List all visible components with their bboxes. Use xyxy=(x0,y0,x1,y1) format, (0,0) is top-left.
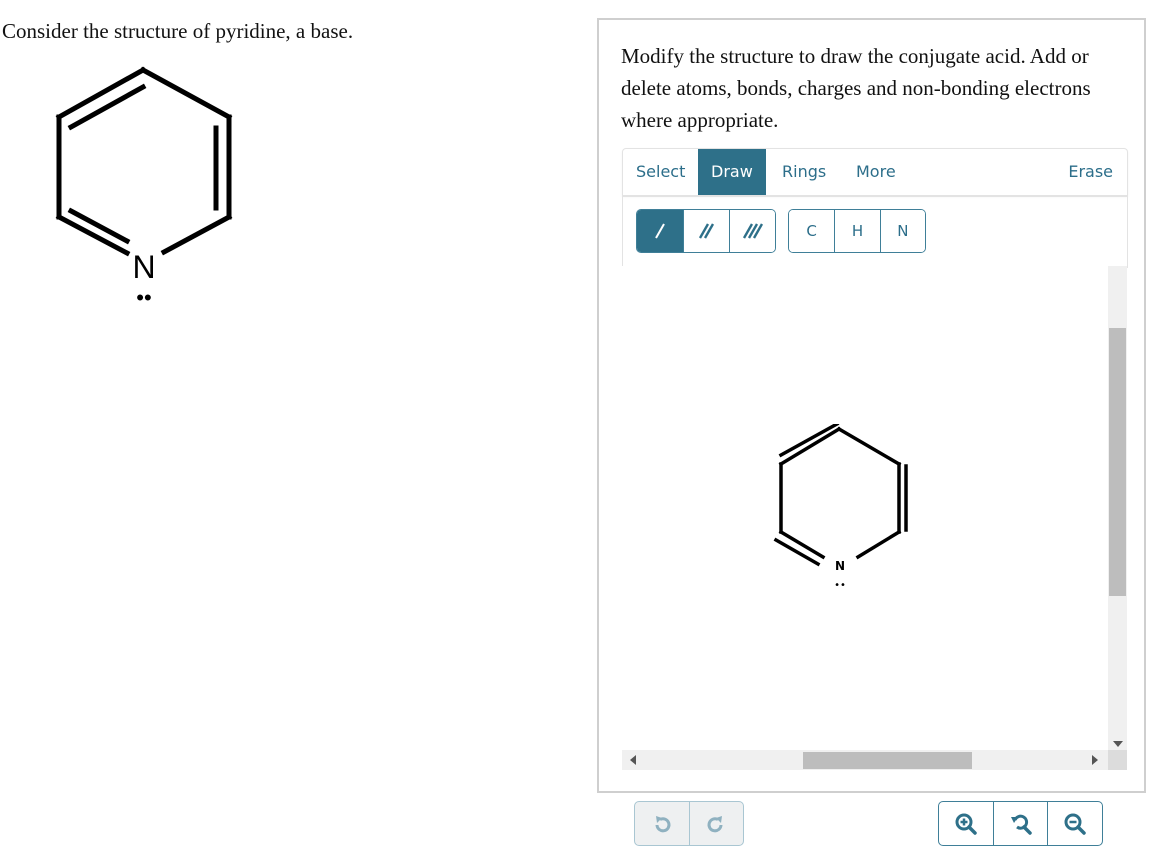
lone-pair: •• xyxy=(136,285,151,310)
zoom-out-icon xyxy=(1064,813,1086,835)
draw-toolbar: C H N xyxy=(622,196,1128,268)
drawing-panel: Modify the structure to draw the conjuga… xyxy=(597,18,1146,846)
history-group xyxy=(634,801,744,846)
zoom-out-button[interactable] xyxy=(1047,802,1102,845)
scrollbar-corner xyxy=(1108,750,1127,770)
bond-tool-group xyxy=(636,209,776,253)
tab-select[interactable]: Select xyxy=(623,149,698,195)
zoom-in-icon xyxy=(955,813,977,835)
question-text: Consider the structure of pyridine, a ba… xyxy=(2,19,354,43)
bond xyxy=(139,66,233,121)
drawing-canvas[interactable]: N •• xyxy=(622,266,1108,846)
bond xyxy=(836,426,902,467)
tab-bar: Select Draw Rings More Erase xyxy=(622,148,1128,196)
redo-icon xyxy=(707,815,723,832)
triple-bond-button[interactable] xyxy=(729,210,775,252)
scroll-right-arrow-icon[interactable] xyxy=(1092,755,1098,765)
instructions-text: Modify the structure to draw the conjuga… xyxy=(621,44,1091,132)
single-bond-button[interactable] xyxy=(637,210,683,252)
redo-button[interactable] xyxy=(688,802,744,845)
canvas-pyridine-structure[interactable]: N •• xyxy=(772,424,912,594)
double-bond-button[interactable] xyxy=(683,210,729,252)
bond xyxy=(855,529,902,560)
single-bond-icon xyxy=(655,223,665,239)
horizontal-scroll-thumb[interactable] xyxy=(803,752,972,769)
zoom-in-button[interactable] xyxy=(939,802,993,845)
scroll-left-arrow-icon[interactable] xyxy=(630,755,636,765)
double-bond-icon xyxy=(698,223,714,239)
reset-zoom-button[interactable] xyxy=(992,802,1048,845)
tab-rings[interactable]: Rings xyxy=(769,149,839,195)
undo-icon xyxy=(655,815,671,832)
canvas-atom-label-n: N xyxy=(835,559,845,573)
atom-n-button[interactable]: N xyxy=(879,210,925,252)
tab-erase[interactable]: Erase xyxy=(1055,149,1126,195)
bond-inner xyxy=(778,424,840,458)
tab-more[interactable]: More xyxy=(843,149,909,195)
bond xyxy=(160,213,233,256)
vertical-scroll-thumb[interactable] xyxy=(1109,328,1126,596)
molecule-editor: Select Draw Rings More Erase C H N N •• xyxy=(622,148,1128,846)
pyridine-structure: N •• xyxy=(55,66,233,310)
undo-button[interactable] xyxy=(635,802,689,845)
bond xyxy=(778,426,842,467)
atom-h-button[interactable]: H xyxy=(834,210,880,252)
canvas-lone-pair: •• xyxy=(834,580,846,591)
atom-tool-group: C H N xyxy=(788,209,926,253)
tab-draw[interactable]: Draw xyxy=(698,149,766,195)
reset-zoom-icon xyxy=(1010,814,1032,835)
zoom-group xyxy=(938,801,1103,846)
triple-bond-icon xyxy=(742,223,763,239)
vertical-scrollbar[interactable] xyxy=(1108,266,1127,750)
horizontal-scrollbar[interactable] xyxy=(622,750,1108,770)
atom-c-button[interactable]: C xyxy=(789,210,835,252)
atom-label-n: N xyxy=(132,249,155,285)
scroll-down-arrow-icon[interactable] xyxy=(1113,741,1123,747)
